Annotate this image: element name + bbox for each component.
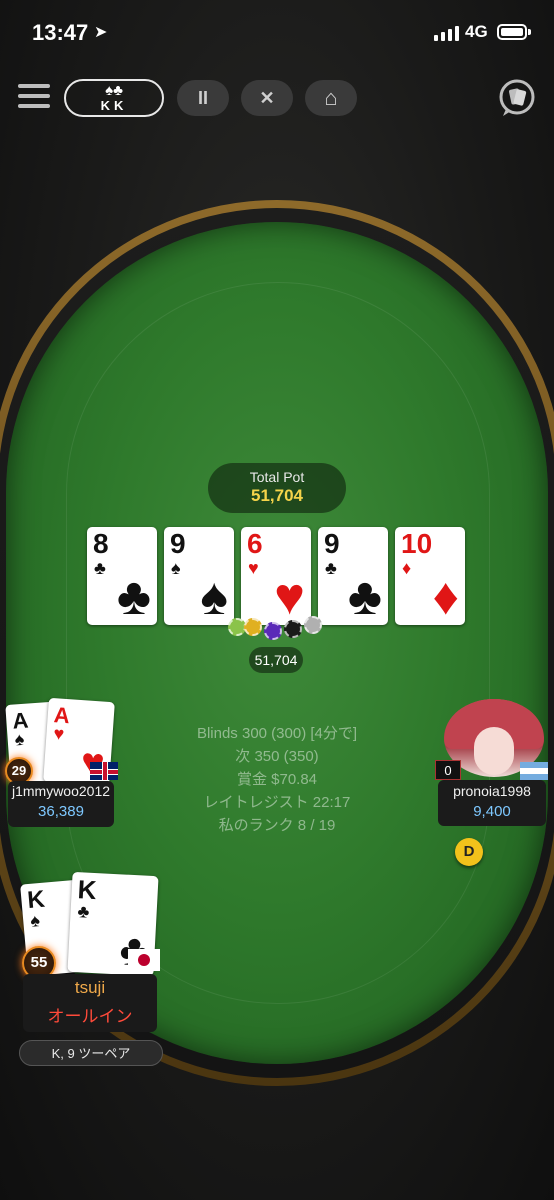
close-icon: ✕ (259, 87, 275, 108)
prize-text: 賞金 $70.84 (236, 771, 318, 788)
board-card: 9 ♣ ♣ (318, 527, 388, 625)
diamond-icon: ♦ (432, 568, 459, 626)
late-reg-text: レイトレジスト 22:17 (203, 794, 351, 811)
chip-icon (244, 618, 262, 636)
club-icon: ♣ (77, 901, 90, 922)
card-rank: 9 (324, 528, 340, 559)
tournament-info: Blinds 300 (300) [4分で] 次 350 (350) 賞金 $7… (150, 722, 404, 837)
hero-name: tsuji (74, 978, 106, 997)
player-count-badge: 0 (435, 760, 461, 780)
heart-icon: ♥ (274, 568, 305, 626)
battery-tip (528, 29, 531, 35)
player-left[interactable]: j1mmywoo2012 36,389 (8, 781, 114, 827)
close-button[interactable]: ✕ (241, 80, 293, 116)
signal-icon (434, 26, 459, 41)
pot-label: Total Pot (249, 469, 305, 485)
game-toolbar: ♠♣ KK II ✕ ⌂ (0, 76, 554, 124)
club-icon: ♣ (116, 568, 151, 626)
board-card: 9 ♠ ♠ (164, 527, 234, 625)
hole-cards-indicator[interactable]: ♠♣ KK (64, 79, 164, 117)
network-type: 4G (465, 22, 488, 41)
player-name: pronoia1998 (453, 783, 531, 799)
hand-description: K, 9 ツーペア (19, 1040, 163, 1066)
board-card: 6 ♥ ♥ (241, 527, 311, 625)
blinds-text: Blinds 300 (300) [4分で] (196, 725, 358, 742)
hole-card-suits: ♠♣ (105, 82, 123, 99)
spade-icon: ♠ (14, 728, 25, 750)
next-blinds-text: 次 350 (350) (235, 748, 319, 765)
card-rank: 10 (401, 528, 433, 559)
pot-value: 51,704 (251, 486, 303, 505)
status-time: 13:47 (32, 20, 89, 45)
player-stack: 36,389 (38, 803, 84, 820)
chip-icon (284, 620, 302, 638)
chip-icon (304, 616, 322, 634)
card-rank: 9 (170, 528, 186, 559)
avatar-face (474, 727, 514, 775)
board-card: 10 ♦ ♦ (395, 527, 465, 625)
hero-player[interactable]: tsuji オールイン (23, 974, 157, 1032)
board-card: 8 ♣ ♣ (87, 527, 157, 625)
hero-status: オールイン (47, 1007, 133, 1026)
heart-icon: ♥ (52, 723, 65, 744)
hole-card-ranks: KK (100, 98, 128, 113)
diamond-icon: ♦ (402, 558, 412, 578)
battery-icon (497, 24, 527, 40)
status-bar: 13:47 ➤ 4G (0, 0, 554, 68)
home-icon: ⌂ (324, 85, 338, 110)
club-icon: ♣ (325, 558, 337, 578)
spade-icon: ♠ (29, 910, 41, 931)
spade-icon: ♠ (171, 558, 181, 578)
dealer-button: D (455, 838, 483, 866)
home-button[interactable]: ⌂ (305, 80, 357, 116)
spade-icon: ♠ (200, 568, 228, 626)
card-rank: 8 (93, 528, 109, 559)
pot-chip-amount: 51,704 (249, 647, 303, 673)
pot-chips (228, 616, 328, 642)
club-icon: ♣ (347, 568, 382, 626)
japan-flag-icon (128, 949, 160, 971)
chat-cards-icon[interactable] (497, 78, 537, 118)
pause-icon: II (197, 87, 208, 108)
player-name: j1mmywoo2012 (11, 783, 111, 799)
card-rank: 6 (247, 528, 263, 559)
pause-button[interactable]: II (177, 80, 229, 116)
my-rank-text: 私のランク 8 / 19 (218, 817, 336, 834)
player-stack: 9,400 (473, 803, 511, 820)
chip-icon (264, 622, 282, 640)
argentina-flag-icon (520, 762, 548, 780)
player-right[interactable]: pronoia1998 9,400 (438, 780, 546, 826)
uk-flag-icon (90, 762, 118, 780)
club-icon: ♣ (94, 558, 106, 578)
location-arrow-icon: ➤ (94, 24, 108, 41)
menu-icon[interactable] (18, 82, 52, 110)
heart-icon: ♥ (248, 558, 259, 578)
total-pot: Total Pot 51,704 (208, 463, 346, 513)
